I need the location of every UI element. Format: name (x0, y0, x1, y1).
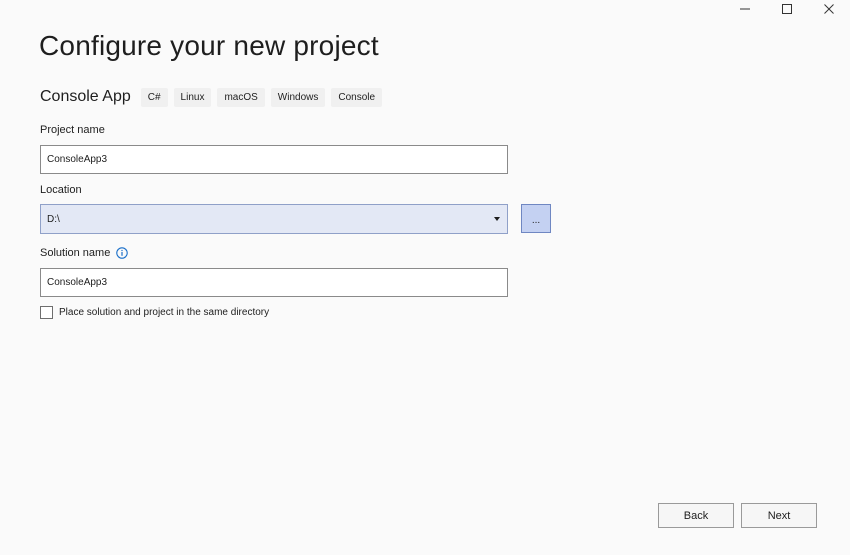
solution-name-label-row: Solution name (40, 247, 129, 259)
maximize-icon (782, 4, 792, 14)
location-dropdown[interactable]: D:\ (40, 204, 508, 234)
maximize-button[interactable] (766, 0, 808, 18)
browse-button[interactable]: ... (521, 204, 551, 233)
same-directory-checkbox[interactable] (40, 306, 53, 319)
tag-windows: Windows (270, 87, 326, 107)
same-directory-label[interactable]: Place solution and project in the same d… (59, 307, 269, 318)
window-controls (724, 0, 850, 18)
template-info: Console App C# Linux macOS Windows Conso… (40, 86, 388, 108)
same-directory-option: Place solution and project in the same d… (40, 306, 269, 319)
template-name: Console App (40, 88, 131, 105)
page-title: Configure your new project (39, 30, 379, 61)
minimize-button[interactable] (724, 0, 766, 18)
close-button[interactable] (808, 0, 850, 18)
chevron-down-icon (494, 217, 500, 221)
location-label: Location (40, 184, 82, 196)
tag-macos: macOS (217, 87, 265, 107)
minimize-icon (740, 8, 750, 10)
tag-linux: Linux (173, 87, 212, 107)
tag-csharp: C# (140, 87, 168, 107)
info-icon[interactable] (116, 247, 129, 259)
project-name-label: Project name (40, 124, 105, 136)
solution-name-label: Solution name (40, 247, 111, 259)
close-icon (824, 4, 834, 14)
project-name-input[interactable] (40, 145, 508, 174)
tag-console: Console (331, 87, 383, 107)
next-button[interactable]: Next (741, 503, 817, 528)
location-value: D:\ (47, 213, 60, 225)
back-button[interactable]: Back (658, 503, 734, 528)
solution-name-input[interactable] (40, 268, 508, 297)
